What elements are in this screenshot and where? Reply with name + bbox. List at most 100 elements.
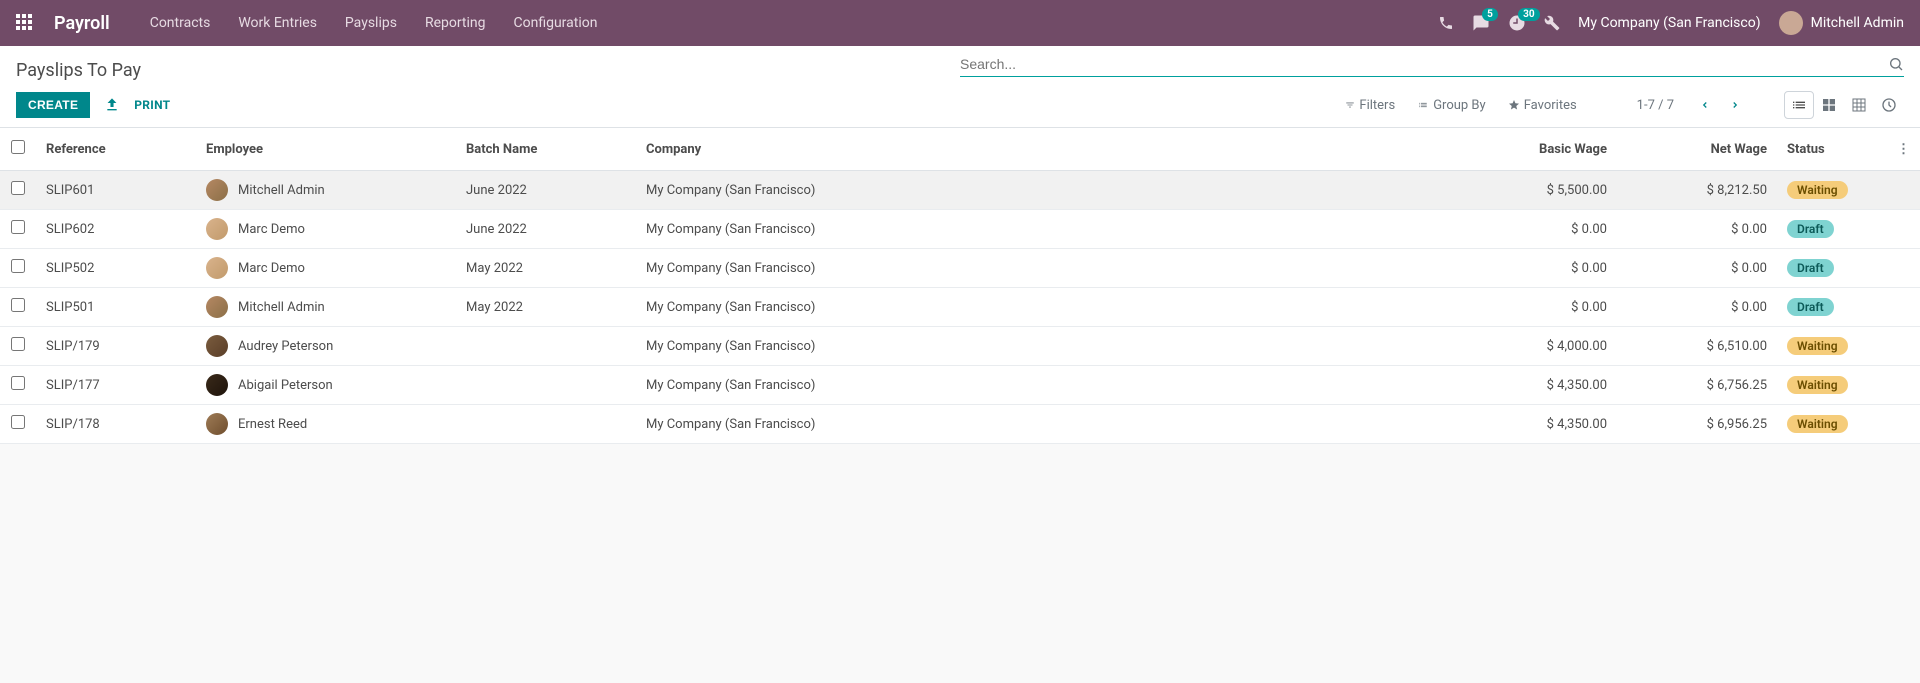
row-checkbox[interactable] — [11, 415, 25, 429]
header-options-icon[interactable]: ⋮ — [1887, 128, 1920, 171]
control-panel: Payslips To Pay CREATE PRINT Filters — [0, 46, 1920, 128]
cell-options — [1887, 366, 1920, 405]
header-status[interactable]: Status — [1777, 128, 1887, 171]
phone-icon[interactable] — [1438, 15, 1454, 31]
cell-company: My Company (San Francisco) — [636, 210, 1457, 249]
cell-employee: Ernest Reed — [196, 405, 456, 444]
search-icon[interactable] — [1888, 56, 1904, 72]
employee-name: Ernest Reed — [238, 417, 307, 432]
select-all-checkbox[interactable] — [11, 140, 25, 154]
cell-status: Draft — [1777, 210, 1887, 249]
nav-payslips[interactable]: Payslips — [345, 15, 397, 31]
status-badge: Waiting — [1787, 415, 1848, 433]
groupby-label: Group By — [1433, 98, 1486, 113]
star-icon — [1508, 99, 1520, 111]
user-menu[interactable]: Mitchell Admin — [1779, 11, 1904, 35]
table-row[interactable]: SLIP501 Mitchell Admin May 2022 My Compa… — [0, 288, 1920, 327]
employee-avatar — [206, 296, 228, 318]
row-checkbox[interactable] — [11, 220, 25, 234]
table-row[interactable]: SLIP602 Marc Demo June 2022 My Company (… — [0, 210, 1920, 249]
favorites-button[interactable]: Favorites — [1508, 98, 1577, 113]
employee-name: Marc Demo — [238, 261, 305, 276]
cell-reference: SLIP/177 — [36, 366, 196, 405]
header-basic[interactable]: Basic Wage — [1457, 128, 1617, 171]
cell-batch: June 2022 — [456, 171, 636, 210]
row-checkbox[interactable] — [11, 376, 25, 390]
cell-batch: May 2022 — [456, 249, 636, 288]
row-checkbox[interactable] — [11, 337, 25, 351]
cell-options — [1887, 210, 1920, 249]
header-company[interactable]: Company — [636, 128, 1457, 171]
table-row[interactable]: SLIP502 Marc Demo May 2022 My Company (S… — [0, 249, 1920, 288]
pivot-view-icon[interactable] — [1844, 91, 1874, 119]
nav-contracts[interactable]: Contracts — [150, 15, 211, 31]
cell-company: My Company (San Francisco) — [636, 405, 1457, 444]
app-name[interactable]: Payroll — [54, 13, 110, 34]
print-button[interactable]: PRINT — [134, 98, 170, 112]
row-checkbox-cell — [0, 249, 36, 288]
pager-prev-icon[interactable] — [1694, 98, 1716, 112]
list-view-icon[interactable] — [1784, 91, 1814, 119]
cp-top: Payslips To Pay — [16, 56, 1904, 81]
row-checkbox-cell — [0, 171, 36, 210]
payslip-list: Reference Employee Batch Name Company Ba… — [0, 128, 1920, 444]
cell-basic: $ 0.00 — [1457, 210, 1617, 249]
kanban-view-icon[interactable] — [1814, 91, 1844, 119]
cell-net: $ 0.00 — [1617, 288, 1777, 327]
employee-avatar — [206, 218, 228, 240]
status-badge: Draft — [1787, 259, 1834, 277]
status-badge: Draft — [1787, 298, 1834, 316]
header-batch[interactable]: Batch Name — [456, 128, 636, 171]
header-reference[interactable]: Reference — [36, 128, 196, 171]
search-bar[interactable] — [960, 56, 1904, 77]
cell-employee: Mitchell Admin — [196, 171, 456, 210]
pager-next-icon[interactable] — [1724, 98, 1746, 112]
employee-name: Marc Demo — [238, 222, 305, 237]
activities-badge: 30 — [1518, 8, 1539, 21]
cell-employee: Abigail Peterson — [196, 366, 456, 405]
apps-icon[interactable] — [16, 14, 34, 32]
cell-status: Waiting — [1777, 405, 1887, 444]
cell-batch: May 2022 — [456, 288, 636, 327]
list-icon — [1417, 100, 1429, 110]
groupby-button[interactable]: Group By — [1417, 98, 1486, 113]
messaging-icon[interactable]: 5 — [1472, 14, 1490, 32]
cell-reference: SLIP502 — [36, 249, 196, 288]
header-employee[interactable]: Employee — [196, 128, 456, 171]
status-badge: Waiting — [1787, 376, 1848, 394]
table-row[interactable]: SLIP/179 Audrey Peterson My Company (San… — [0, 327, 1920, 366]
cell-batch — [456, 405, 636, 444]
pager-text[interactable]: 1-7 / 7 — [1637, 98, 1674, 113]
employee-avatar — [206, 413, 228, 435]
search-input[interactable] — [960, 56, 1888, 72]
row-checkbox[interactable] — [11, 259, 25, 273]
row-checkbox[interactable] — [11, 181, 25, 195]
table-row[interactable]: SLIP/177 Abigail Peterson My Company (Sa… — [0, 366, 1920, 405]
cell-net: $ 8,212.50 — [1617, 171, 1777, 210]
cell-net: $ 6,756.25 — [1617, 366, 1777, 405]
activity-view-icon[interactable] — [1874, 91, 1904, 119]
messaging-badge: 5 — [1482, 8, 1498, 21]
cell-basic: $ 4,350.00 — [1457, 366, 1617, 405]
debug-icon[interactable] — [1544, 15, 1560, 31]
cell-status: Draft — [1777, 249, 1887, 288]
header-net[interactable]: Net Wage — [1617, 128, 1777, 171]
table-row[interactable]: SLIP/178 Ernest Reed My Company (San Fra… — [0, 405, 1920, 444]
row-checkbox[interactable] — [11, 298, 25, 312]
nav-reporting[interactable]: Reporting — [425, 15, 486, 31]
cp-right: Filters Group By Favorites 1-7 / 7 — [1345, 91, 1904, 119]
export-icon[interactable] — [104, 97, 120, 113]
activities-icon[interactable]: 30 — [1508, 14, 1526, 32]
row-checkbox-cell — [0, 288, 36, 327]
cell-basic: $ 0.00 — [1457, 249, 1617, 288]
create-button[interactable]: CREATE — [16, 92, 90, 118]
company-selector[interactable]: My Company (San Francisco) — [1578, 15, 1760, 31]
filters-button[interactable]: Filters — [1345, 98, 1395, 113]
employee-avatar — [206, 374, 228, 396]
favorites-label: Favorites — [1524, 98, 1577, 113]
cell-company: My Company (San Francisco) — [636, 327, 1457, 366]
status-badge: Waiting — [1787, 337, 1848, 355]
table-row[interactable]: SLIP601 Mitchell Admin June 2022 My Comp… — [0, 171, 1920, 210]
nav-work-entries[interactable]: Work Entries — [238, 15, 317, 31]
nav-configuration[interactable]: Configuration — [514, 15, 598, 31]
